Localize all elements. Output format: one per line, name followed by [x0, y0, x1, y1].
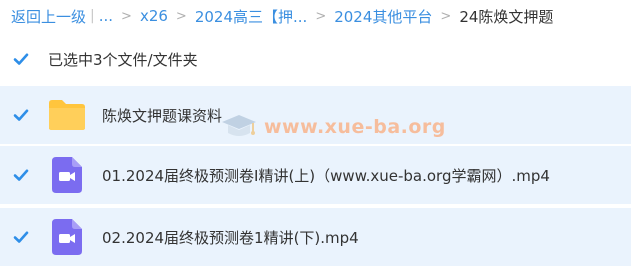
check-icon	[13, 169, 29, 181]
file-name[interactable]: 01.2024届终极预测卷I精讲(上)（www.xue-ba.org学霸网）.m…	[102, 165, 550, 186]
row-checkbox[interactable]	[12, 228, 30, 246]
breadcrumb-divider: |	[90, 8, 95, 24]
check-icon	[13, 109, 29, 121]
row-checkbox[interactable]	[12, 166, 30, 184]
select-all-checkbox[interactable]	[12, 50, 30, 68]
breadcrumb-item-x26[interactable]: x26	[140, 7, 168, 25]
breadcrumb-arrow-icon: >	[440, 8, 452, 24]
file-row[interactable]: 陈焕文押题课资料	[0, 86, 631, 144]
breadcrumb-ellipsis[interactable]: ...	[99, 7, 113, 25]
selection-bar: 已选中3个文件/文件夹	[0, 32, 631, 86]
breadcrumb-item-2024-other[interactable]: 2024其他平台	[334, 6, 432, 27]
file-name[interactable]: 陈焕文押题课资料	[102, 105, 222, 126]
file-row[interactable]: 02.2024届终极预测卷1精讲(下).mp4	[0, 208, 631, 266]
video-icon	[48, 156, 86, 194]
breadcrumb-arrow-icon: >	[121, 8, 132, 24]
file-name[interactable]: 02.2024届终极预测卷1精讲(下).mp4	[102, 227, 359, 248]
check-icon	[13, 231, 29, 243]
file-row[interactable]: 01.2024届终极预测卷I精讲(上)（www.xue-ba.org学霸网）.m…	[0, 146, 631, 204]
breadcrumb-current: 24陈焕文押题	[459, 7, 554, 26]
breadcrumb: 返回上一级 | ... > x26 > 2024高三【押... > 2024其他…	[0, 0, 631, 32]
selection-count-label: 已选中3个文件/文件夹	[48, 50, 198, 69]
video-icon	[48, 218, 86, 256]
breadcrumb-item-2024-gaosan[interactable]: 2024高三【押...	[195, 6, 307, 27]
breadcrumb-arrow-icon: >	[175, 8, 187, 24]
breadcrumb-arrow-icon: >	[315, 8, 327, 24]
row-checkbox[interactable]	[12, 106, 30, 124]
folder-icon	[48, 96, 86, 134]
check-icon	[13, 53, 29, 65]
back-link[interactable]: 返回上一级	[11, 6, 86, 27]
